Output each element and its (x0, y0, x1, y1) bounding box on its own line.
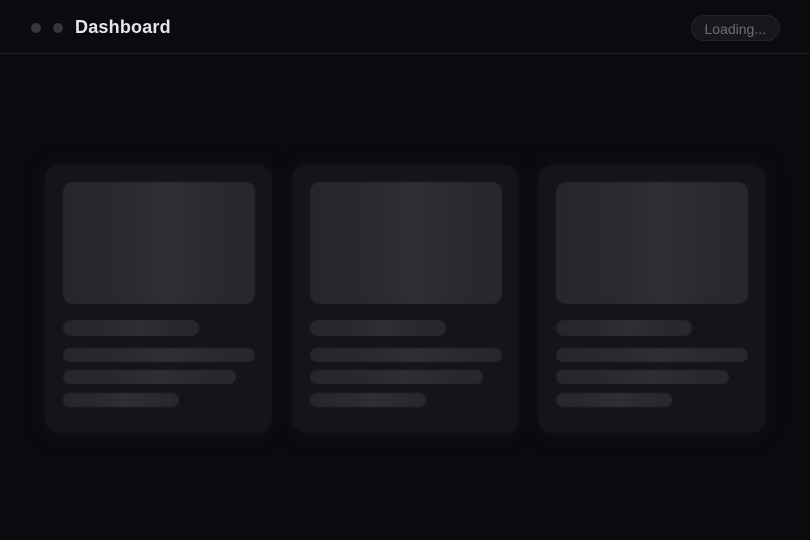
skeleton-title-placeholder (309, 320, 446, 336)
skeleton-text-line (309, 348, 502, 362)
title-bar: Dashboard Loading... (0, 0, 810, 54)
skeleton-text-line (556, 370, 729, 384)
card-grid (45, 165, 765, 433)
skeleton-text-line (63, 348, 255, 362)
skeleton-text-line (309, 393, 426, 407)
skeleton-card (291, 165, 519, 433)
skeleton-text-line (309, 370, 483, 384)
skeleton-image-placeholder (556, 182, 748, 304)
skeleton-title-placeholder (63, 320, 199, 336)
skeleton-text-line (63, 370, 236, 384)
skeleton-card (45, 165, 272, 433)
app-window: Dashboard Loading... (0, 0, 810, 540)
page-title: Dashboard (75, 17, 171, 37)
skeleton-card (538, 165, 765, 433)
skeleton-image-placeholder (63, 182, 255, 304)
window-control-dot[interactable] (53, 23, 63, 33)
skeleton-image-placeholder (309, 182, 502, 304)
skeleton-text-line (556, 393, 672, 407)
skeleton-title-placeholder (556, 320, 692, 336)
skeleton-text-line (63, 393, 179, 407)
loading-status-badge: Loading... (690, 15, 780, 41)
skeleton-text-line (556, 348, 748, 362)
window-control-dot[interactable] (31, 23, 41, 33)
